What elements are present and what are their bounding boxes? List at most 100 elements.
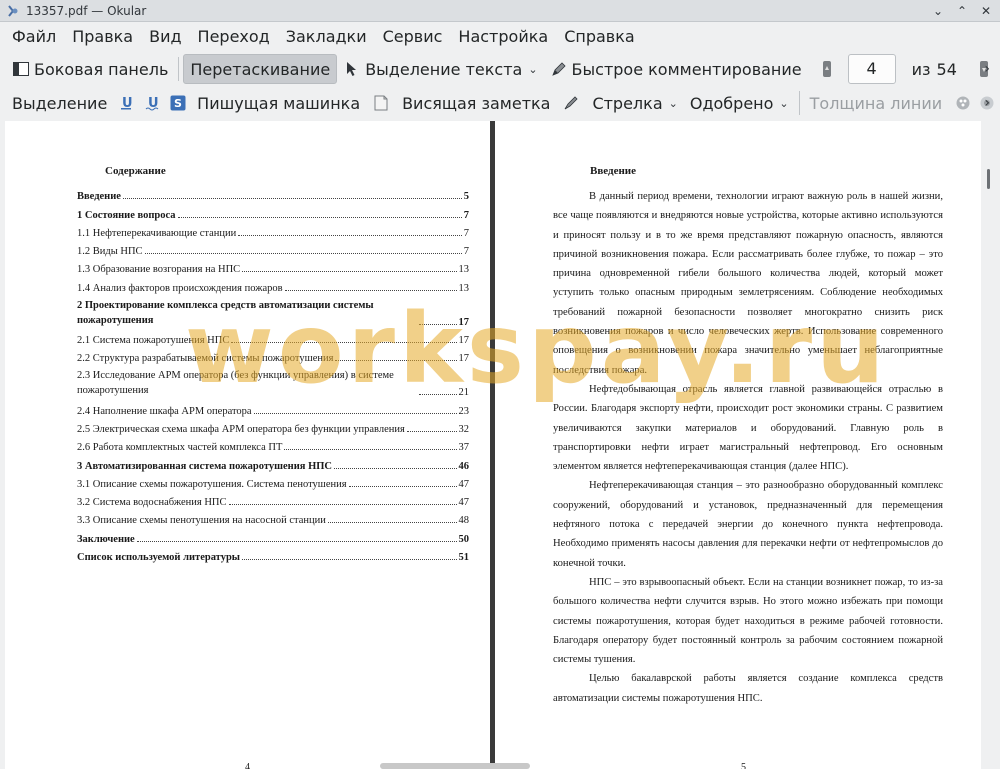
- cursor-icon: [343, 60, 361, 78]
- menu-help[interactable]: Справка: [556, 23, 643, 51]
- toc-entry[interactable]: 2.2 Структура разрабатываемой системы по…: [77, 346, 469, 364]
- browse-tool-button[interactable]: Перетаскивание: [183, 54, 338, 84]
- freehand-line-icon[interactable]: [562, 94, 580, 112]
- toc-entry-page: 46: [458, 460, 470, 472]
- toc-entry[interactable]: 1.2 Виды НПС 7: [77, 239, 469, 257]
- toc-entry-page: 23: [458, 405, 470, 417]
- chevron-down-icon[interactable]: ⌄: [528, 63, 537, 76]
- toc-entry-page: 37: [458, 442, 470, 454]
- intro-body: В данный период времени, технологии игра…: [553, 187, 943, 708]
- toc-entry-title: 2 Проектирование комплекса средств автом…: [77, 299, 374, 326]
- page-number-right: 5: [741, 762, 746, 769]
- toc-entry-title: 2.4 Наполнение шкафа АРМ оператора: [77, 405, 252, 417]
- document-view[interactable]: Содержание Введение 5 1 Состояние вопроса 7…: [5, 121, 981, 769]
- squiggly-underline-icon[interactable]: U: [143, 94, 161, 112]
- toc-entry[interactable]: 3.1 Описание схемы пожаротушения. Систем…: [77, 472, 469, 490]
- toc-entry[interactable]: 2 Проектирование комплекса средств автом…: [77, 294, 469, 328]
- toc-leader-dots: [284, 289, 457, 291]
- arrow-tool-button[interactable]: Стрелка ⌄: [586, 88, 683, 118]
- page-5: Введение В данный период времени, технол…: [495, 121, 981, 769]
- toc-leader-dots: [228, 504, 457, 506]
- close-icon[interactable]: ✕: [978, 3, 994, 19]
- typewriter-tool-button[interactable]: Пишущая машинка: [191, 88, 366, 118]
- scrollbar-thumb[interactable]: [987, 169, 990, 189]
- toc-entry-title: 3.1 Описание схемы пожаротушения. Систем…: [77, 478, 347, 490]
- toc-entry-page: 17: [458, 335, 470, 347]
- toc-entry-title: 2.1 Система пожаротушения НПС: [77, 335, 230, 347]
- toc-entry-title: 2.2 Структура разрабатываемой системы по…: [77, 353, 334, 365]
- menu-edit[interactable]: Правка: [64, 23, 141, 51]
- toc-entry-page: 21: [458, 387, 470, 399]
- paragraph: Нефтедобывающая отрасль является главной…: [553, 383, 943, 473]
- menu-bookmarks[interactable]: Закладки: [278, 23, 375, 51]
- toc-entry[interactable]: 1.4 Анализ факторов происхождения пожаро…: [77, 275, 469, 294]
- sidebar-label: Боковая панель: [34, 59, 169, 79]
- chevron-down-icon[interactable]: ⌄: [779, 97, 788, 110]
- sidebar-button[interactable]: Боковая панель: [6, 54, 174, 84]
- toc-entry[interactable]: 3 Автоматизированная система пожаротушен…: [77, 453, 470, 472]
- chevron-down-icon[interactable]: ⌄: [669, 97, 678, 110]
- underline-icon[interactable]: U: [117, 94, 135, 112]
- strikeout-icon[interactable]: S: [169, 94, 187, 112]
- toc-entry-title: 2.6 Работа комплектных частей комплекса …: [77, 442, 283, 454]
- line-width-label: Толщина линии: [809, 93, 943, 113]
- previous-page-icon[interactable]: [818, 60, 836, 78]
- toc-leader-dots: [334, 467, 457, 469]
- toc-entry[interactable]: Заключение 50: [77, 526, 469, 545]
- line-width-button[interactable]: Толщина линии: [804, 88, 949, 118]
- toc-leader-dots: [327, 522, 457, 524]
- text-select-label: Выделение текста: [365, 59, 523, 79]
- toolbar-overflow-icon[interactable]: ›: [984, 61, 990, 77]
- toc-entry-page: 7: [463, 246, 469, 258]
- stamp-tool-button[interactable]: Одобрено ⌄: [684, 88, 795, 118]
- toc-entry[interactable]: 2.4 Наполнение шкафа АРМ оператора 23: [77, 398, 470, 417]
- highlight-tool-button[interactable]: Выделение: [6, 88, 113, 118]
- toc-entry-title: 1.4 Анализ факторов происхождения пожаро…: [77, 282, 283, 294]
- toc-entry-title: 1.3 Образование возгорания на НПС: [77, 264, 241, 276]
- toc-entry[interactable]: 2.6 Работа комплектных частей комплекса …: [77, 435, 469, 453]
- toc-entry[interactable]: 2.5 Электрическая схема шкафа АРМ операт…: [77, 417, 469, 435]
- toc-entry[interactable]: 1.3 Образование возгорания на НПС 13: [77, 257, 469, 275]
- page-total-label: 54: [936, 59, 957, 79]
- toc-entry[interactable]: 1.1 Нефтеперекачивающие станции 7: [77, 221, 469, 239]
- paragraph: НПС – это взрывоопасный объект. Если на …: [553, 576, 943, 666]
- note-icon[interactable]: [372, 94, 390, 112]
- title-bar: 13357.pdf — Okular ⌄ ⌃ ✕: [0, 0, 1000, 22]
- toc-entry[interactable]: 2.1 Система пожаротушения НПС 17: [77, 328, 469, 346]
- highlight-label: Выделение: [12, 93, 108, 113]
- popup-note-tool-button[interactable]: Висящая заметка: [396, 88, 556, 118]
- toolbar-overflow-icon[interactable]: ›: [984, 95, 990, 111]
- menu-view[interactable]: Вид: [141, 23, 189, 51]
- paragraph: Целью бакалаврской работы является созда…: [553, 673, 943, 704]
- quick-annotations-button[interactable]: Быстрое комментирование: [544, 54, 808, 84]
- toc-entry-page: 17: [458, 316, 470, 328]
- horizontal-scrollbar[interactable]: [380, 763, 530, 769]
- toc-entry-page: 7: [463, 227, 469, 239]
- stamp-label: Одобрено: [689, 93, 774, 113]
- maximize-icon[interactable]: ⌃: [954, 3, 970, 19]
- toc-entry-title: 1 Состояние вопроса: [77, 209, 176, 221]
- color-icon[interactable]: [954, 94, 972, 112]
- menu-tools[interactable]: Сервис: [375, 23, 451, 51]
- toc-leader-dots: [242, 271, 457, 273]
- paragraph: В данный период времени, технологии игра…: [553, 191, 943, 376]
- text-select-tool-button[interactable]: Выделение текста ⌄: [337, 54, 543, 84]
- toc-entry[interactable]: 1 Состояние вопроса 7: [77, 202, 469, 221]
- toc-entry-title: 2.3 Исследование АРМ оператора (без функ…: [77, 370, 394, 397]
- toc-leader-dots: [419, 394, 457, 396]
- separator: [178, 57, 180, 81]
- menu-bar: Файл Правка Вид Переход Закладки Сервис …: [0, 22, 1000, 52]
- toc-leader-dots: [419, 323, 457, 325]
- toc-entry[interactable]: 3.2 Система водоснабжения НПС 47: [77, 490, 469, 508]
- menu-file[interactable]: Файл: [4, 23, 64, 51]
- toc-entry[interactable]: 2.3 Исследование АРМ оператора (без функ…: [77, 364, 469, 398]
- menu-go[interactable]: Переход: [190, 23, 278, 51]
- toc-entry[interactable]: 3.3 Описание схемы пенотушения на насосн…: [77, 508, 469, 526]
- minimize-icon[interactable]: ⌄: [930, 3, 946, 19]
- page-number-input[interactable]: 4: [847, 54, 896, 84]
- toc-entry[interactable]: Список используемой литературы 51: [77, 545, 469, 563]
- toc-leader-dots: [284, 449, 457, 451]
- toc-entry[interactable]: Введение 5: [77, 184, 469, 202]
- vertical-scrollbar[interactable]: [981, 121, 1000, 769]
- menu-settings[interactable]: Настройка: [450, 23, 556, 51]
